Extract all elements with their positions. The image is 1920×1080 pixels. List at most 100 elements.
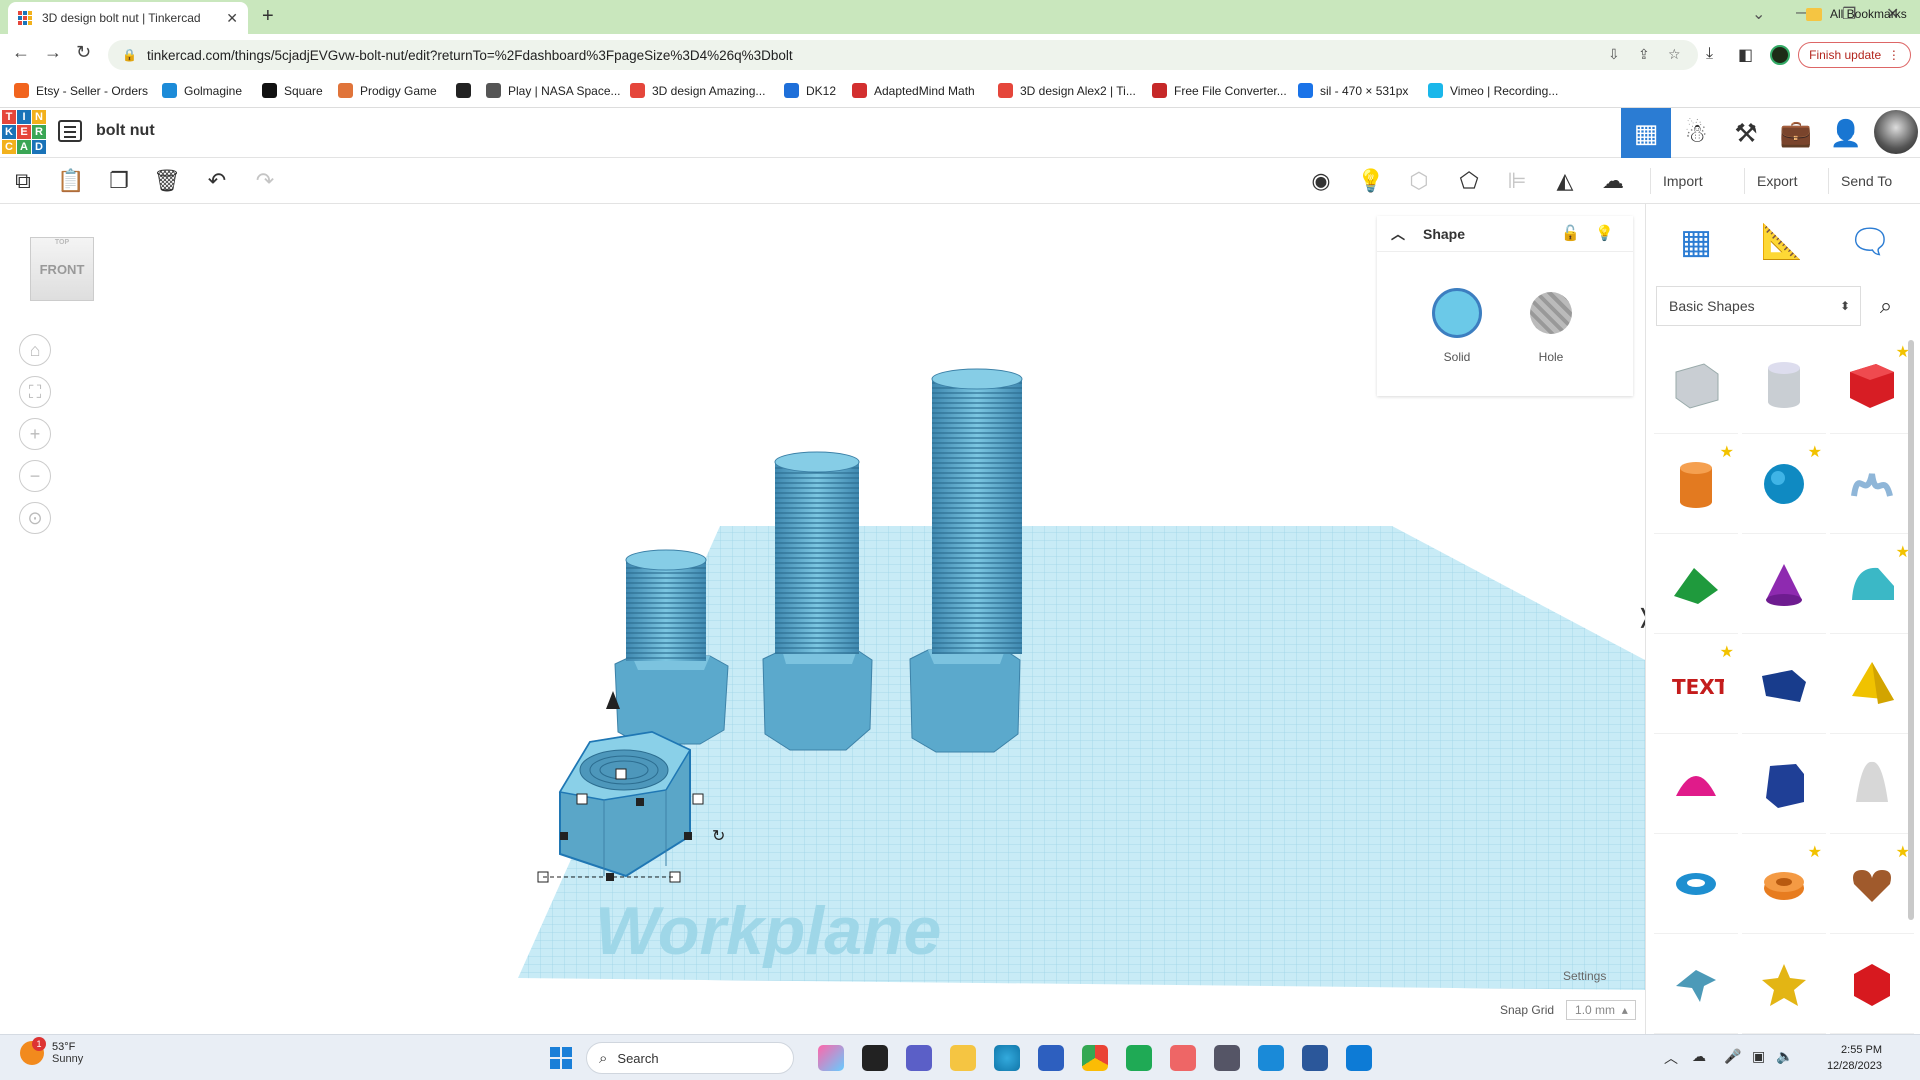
lock-icon[interactable]: 🔓 xyxy=(1561,224,1580,242)
onedrive-icon[interactable]: ☁ xyxy=(1692,1048,1706,1065)
library-shape-item[interactable] xyxy=(1654,838,1738,934)
site-info-icon[interactable]: 🔒 xyxy=(122,48,137,62)
solid-color-swatch[interactable] xyxy=(1432,288,1482,338)
blocks-button[interactable]: ⚒ xyxy=(1721,108,1771,158)
tab-search-chevron-icon[interactable]: ⌄ xyxy=(1752,4,1765,24)
network-icon[interactable]: ▣ xyxy=(1752,1048,1765,1065)
library-shape-item[interactable] xyxy=(1830,438,1914,534)
bookmark-item[interactable]: Prodigy Game xyxy=(338,83,437,98)
group-icon[interactable]: ⬡ xyxy=(1404,166,1434,196)
url-bar[interactable]: 🔒 tinkercad.com/things/5cjadjEVGvw-bolt-… xyxy=(108,40,1698,70)
chrome-icon[interactable] xyxy=(1082,1045,1108,1071)
photos-icon[interactable] xyxy=(1346,1045,1372,1071)
profile-avatar[interactable] xyxy=(1770,45,1790,65)
notes-panel-icon[interactable]: 🗨 xyxy=(1840,212,1900,272)
library-shape-item[interactable] xyxy=(1742,538,1826,634)
copilot-icon[interactable] xyxy=(818,1045,844,1071)
cruise-icon[interactable]: ☁ xyxy=(1598,166,1628,196)
library-shape-item[interactable] xyxy=(1830,638,1914,734)
mirror-icon[interactable]: ◭ xyxy=(1550,166,1580,196)
tinkercad-logo[interactable]: TIN KER CAD xyxy=(2,110,46,154)
teams-icon[interactable] xyxy=(906,1045,932,1071)
shape-category-select[interactable]: Basic Shapes ⬍ xyxy=(1656,286,1861,326)
bookmark-item[interactable]: 3D design Alex2 | Ti... xyxy=(998,83,1136,98)
collapse-chevron-icon[interactable]: ︿ xyxy=(1391,224,1405,244)
system-clock[interactable]: 2:55 PM 12/28/2023 xyxy=(1812,1042,1882,1074)
library-shape-item[interactable] xyxy=(1742,738,1826,834)
duplicate-icon[interactable]: ❐ xyxy=(104,166,134,196)
bookmark-item[interactable]: DK12 xyxy=(784,83,836,98)
snap-grid-select[interactable]: 1.0 mm ▴ xyxy=(1566,1000,1637,1020)
bookmark-item[interactable]: Etsy - Seller - Orders xyxy=(14,83,148,98)
library-shape-item[interactable] xyxy=(1830,938,1914,1034)
copy-icon[interactable]: ⧉ xyxy=(8,166,38,196)
library-shape-item[interactable] xyxy=(1654,338,1738,434)
downloads-icon[interactable]: ⤓ xyxy=(1706,45,1713,63)
forward-arrow-icon[interactable]: → xyxy=(44,42,62,63)
bookmark-item[interactable]: sil - 470 × 531px xyxy=(1298,83,1408,98)
library-shape-item[interactable] xyxy=(1742,338,1826,434)
send-to-button[interactable]: Send To xyxy=(1828,168,1904,194)
invite-user-icon[interactable]: 👤 xyxy=(1821,108,1871,158)
browser-tab[interactable]: 3D design bolt nut | Tinkercad ✕ xyxy=(8,2,248,34)
bookmark-star-icon[interactable]: ☆ xyxy=(1668,46,1681,63)
bookmark-item[interactable]: 3D design Amazing... xyxy=(630,83,765,98)
lesson-plans-button[interactable]: 💼 xyxy=(1771,108,1821,158)
ungroup-icon[interactable]: ⬠ xyxy=(1454,166,1484,196)
reload-icon[interactable]: ↻ xyxy=(76,42,91,63)
import-button[interactable]: Import xyxy=(1650,168,1715,194)
taskbar-search[interactable]: ⌕ Search xyxy=(586,1042,794,1074)
install-app-icon[interactable]: ⇩ xyxy=(1608,46,1620,63)
notes-icon[interactable]: ◉ xyxy=(1306,166,1336,196)
visibility-bulb-icon[interactable]: 💡 xyxy=(1595,224,1614,242)
library-shape-item[interactable]: TEXT ★ xyxy=(1654,638,1738,734)
library-shape-item[interactable] xyxy=(1654,538,1738,634)
word-icon[interactable] xyxy=(1302,1045,1328,1071)
ruler-icon[interactable]: 📐 xyxy=(1752,212,1812,272)
snipping-tool-icon[interactable] xyxy=(1170,1045,1196,1071)
volume-icon[interactable]: 🔈 xyxy=(1776,1048,1793,1065)
bookmark-item[interactable]: Free File Converter... xyxy=(1152,83,1287,98)
new-tab-button[interactable]: + xyxy=(262,5,274,28)
close-tab-icon[interactable]: ✕ xyxy=(226,10,238,27)
weather-widget[interactable]: 1 53°F Sunny xyxy=(20,1037,83,1065)
edge-icon[interactable] xyxy=(994,1045,1020,1071)
design-menu-icon[interactable] xyxy=(58,120,82,142)
show-hidden-icons-icon[interactable]: ︿ xyxy=(1664,1048,1678,1068)
calculator-icon[interactable] xyxy=(1214,1045,1240,1071)
redo-icon[interactable]: ↷ xyxy=(250,166,280,196)
app-icon[interactable] xyxy=(1258,1045,1284,1071)
settings-link[interactable]: Settings xyxy=(1563,969,1606,983)
paste-icon[interactable]: 📋 xyxy=(56,166,86,196)
library-shape-item[interactable]: ★ xyxy=(1654,438,1738,534)
file-explorer-icon[interactable] xyxy=(950,1045,976,1071)
export-button[interactable]: Export xyxy=(1744,168,1809,194)
library-shape-item[interactable] xyxy=(1654,938,1738,1034)
finish-update-button[interactable]: Finish update ⋮ xyxy=(1798,42,1911,68)
sim-lab-button[interactable]: ☃ xyxy=(1671,108,1721,158)
library-scrollbar[interactable] xyxy=(1908,340,1914,920)
align-icon[interactable]: ⊫ xyxy=(1502,166,1532,196)
back-arrow-icon[interactable]: ← xyxy=(12,42,30,63)
start-button[interactable] xyxy=(550,1047,572,1069)
sheets-icon[interactable] xyxy=(1126,1045,1152,1071)
share-icon[interactable]: ⇪ xyxy=(1638,46,1650,63)
library-shape-item[interactable]: ★ xyxy=(1830,838,1914,934)
collapse-panel-chevron-icon[interactable]: ❭ xyxy=(1636,604,1645,629)
undo-icon[interactable]: ↶ xyxy=(202,166,232,196)
bookmark-item[interactable]: Golmagine xyxy=(162,83,242,98)
grid-view-icon[interactable]: ▦ xyxy=(1666,212,1726,272)
3d-design-view-button[interactable]: ▦ xyxy=(1621,108,1671,158)
store-icon[interactable] xyxy=(1038,1045,1064,1071)
show-all-icon[interactable]: 💡 xyxy=(1356,166,1386,196)
bookmark-item[interactable]: Play | NASA Space... xyxy=(486,83,621,98)
bookmark-item[interactable]: Vimeo | Recording... xyxy=(1428,83,1558,98)
bookmark-item[interactable]: Square xyxy=(262,83,323,98)
library-shape-item[interactable]: ★ xyxy=(1830,538,1914,634)
side-panel-icon[interactable]: ◧ xyxy=(1738,45,1753,65)
bookmark-item[interactable]: AdaptedMind Math xyxy=(852,83,975,98)
library-shape-item[interactable]: ★ xyxy=(1742,838,1826,934)
task-view-icon[interactable] xyxy=(862,1045,888,1071)
microphone-icon[interactable]: 🎤 xyxy=(1724,1048,1741,1065)
bolt-medium[interactable] xyxy=(762,451,873,751)
